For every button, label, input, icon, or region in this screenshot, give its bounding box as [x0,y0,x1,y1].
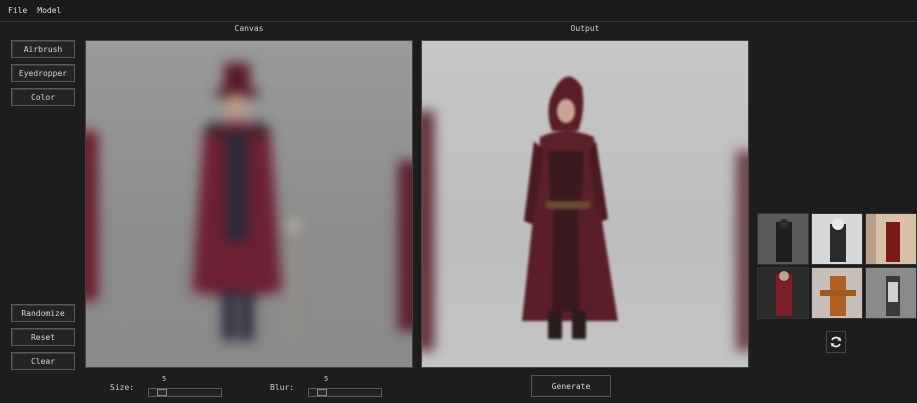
refresh-button[interactable] [826,331,846,353]
size-label: Size: [110,383,135,392]
randomize-button[interactable]: Randomize [11,304,75,322]
eyedropper-button[interactable]: Eyedropper [11,64,75,82]
menu-file[interactable]: File [0,0,27,22]
blur-label: Blur: [270,383,295,392]
clear-button[interactable]: Clear [11,352,75,370]
blur-value: 5 [324,375,329,383]
refresh-icon [830,336,842,348]
thumbnail-image [866,214,900,264]
thumbnail-1[interactable] [757,213,809,265]
canvas-area[interactable] [85,40,413,368]
thumbnail-3[interactable] [865,213,917,265]
size-slider[interactable] [148,388,222,397]
thumbnail-image [776,271,792,316]
menu-model[interactable]: Model [27,0,61,22]
color-button[interactable]: Color [11,88,75,106]
output-image [422,76,748,351]
generate-button[interactable]: Generate [531,375,611,397]
thumbnail-5[interactable] [811,267,863,319]
size-slider-handle[interactable] [157,389,167,396]
thumbnail-4[interactable] [757,267,809,319]
thumbnail-2[interactable] [811,213,863,265]
thumbnail-6[interactable] [865,267,917,319]
canvas-painting [86,63,412,341]
thumbnail-image [776,219,792,262]
thumbnail-image [820,276,856,316]
thumbnail-image [886,276,900,316]
output-title: Output [570,24,600,33]
menu-bar: File Model [0,0,917,22]
reset-button[interactable]: Reset [11,328,75,346]
output-area [421,40,749,368]
size-value: 5 [162,375,167,383]
blur-slider-handle[interactable] [317,389,327,396]
canvas-title: Canvas [234,24,264,33]
thumbnail-image [830,218,846,262]
blur-slider[interactable] [308,388,382,397]
airbrush-button[interactable]: Airbrush [11,40,75,58]
